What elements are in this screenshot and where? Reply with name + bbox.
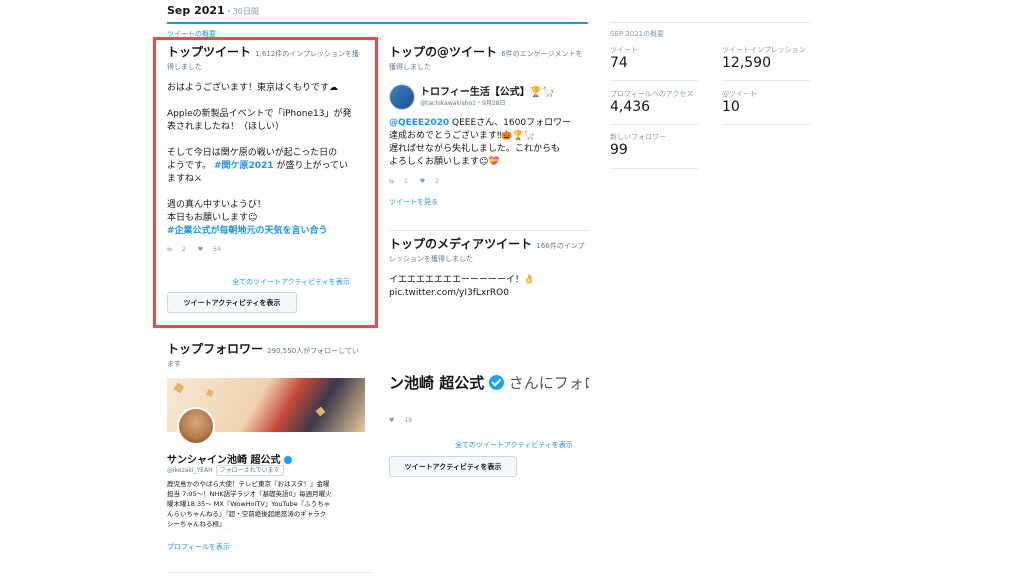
trophy-avatar[interactable] [389,84,415,110]
follower-avatar[interactable] [177,407,215,445]
view-tweet-activity-button[interactable]: ツイートアクティビティを表示 [167,292,297,313]
stat-tweets: ツイート 74 [610,46,638,71]
follower-count-2: ます [167,360,181,368]
mention-user-name[interactable]: トロフィー生活【公式】🏆🦙 [420,83,555,98]
follower-handle[interactable]: @ikezaki_YEAH [167,467,213,474]
view-tweet-activity-button-2[interactable]: ツイートアクティビティを表示 [389,456,517,477]
view-tweet-link[interactable]: ツイートを見る [389,197,438,207]
retweet-icon: ⇆ [167,246,173,253]
summary-divider-top [610,22,810,23]
top-media-title: トップのメディアツイート 166件のインプ [389,237,585,251]
top-follower-title: トップフォロワー 290,550人がフォローしてい [167,342,359,356]
top-mention-engagements: 6件のエンゲージメントを [501,50,583,58]
top-tweet-impressions-2: 得しました [167,63,202,71]
top-media-text: イエエエエエエエーーーーーイ！👌 [389,275,536,285]
top-mention-engagements-2: 獲得しました [389,63,431,71]
top-tweet-card: トップツイート 1,612件のインプレッションを獲 得しました おはようございま… [167,44,372,253]
stat-impressions: ツイートインプレッション 12,590 [722,46,806,71]
mention-handle-link[interactable]: @QEEE2020 [389,118,449,128]
top-media-card: トップのメディアツイート 166件のインプ レッションを獲得しました イエエエエ… [389,236,589,300]
media-link[interactable]: pic.twitter.com/yI3fLxrRO0 [389,287,589,300]
period-label: ・30日間 [224,7,259,16]
mention-user-handle[interactable]: @tachikawakisho1 [420,100,476,107]
top-mention-card: トップの@ツイート 6件のエンゲージメントを 獲得しました [389,44,589,72]
like-count: 54 [213,246,221,253]
follower-count: 290,550人がフォローしてい [267,347,359,355]
view-profile-link[interactable]: プロフィールを表示 [167,542,230,552]
top-media-impressions-2: レッションを獲得しました [389,255,473,263]
follows-you-badge: フォローされています [215,465,284,476]
follower-name[interactable]: サンシャイン池崎 超公式 [167,451,292,466]
heart-icon: ♥ [197,246,204,253]
top-mention-title: トップの@ツイート 6件のエンゲージメントを [389,45,583,59]
stat-mentions: @ツイート 10 [722,90,757,115]
mention-date: ・9月28日 [476,100,506,107]
top-tweet-stats: ⇆ 2 ♥ 54 [167,246,372,253]
verified-badge-icon [283,456,292,464]
hashtag-sekigahara[interactable]: #関ケ原2021 [214,161,274,171]
all-tweet-activity-link-2[interactable]: 全てのツイートアクティビティを表示 [455,440,573,450]
top-media-impressions: 166件のインプ [536,242,585,250]
mention-tweet-text: @QEEE2020 QEEEさん、1600フォロワー 達成おめでとうございます‼… [389,118,572,167]
retweet-count: 2 [182,246,186,253]
section-divider [389,230,589,231]
follower-bio: 鹿児島かのやばら大使！テレビ東京『おはスタ！』金曜 担当 7:05〜！NHK語学… [167,480,332,528]
top-tweet-text: おはようございます！東京はくもりです☁ Appleの新製品イベントで「iPhon… [167,82,372,238]
summary-title: SEP 2021の概要 [610,30,665,38]
heart-icon: ♥ [389,417,395,424]
stat-profile-visits: プロフィールへのアクセス 4,436 [610,90,694,115]
heart-icon: ♥ [419,178,426,185]
mention-user-meta: @tachikawakisho1・9月28日 [420,98,505,107]
follow-card-headline: ン池崎 超公式 さんにフォロ [389,374,589,392]
month-title: Sep 2021・30日間 [167,4,259,17]
top-tweet-impressions: 1,612件のインプレッションを獲 [255,50,360,58]
follower-handle-row: @ikezaki_YEAH フォローされています [167,465,284,476]
verified-badge-icon [489,375,505,390]
mention-stats: ⇆ 1 ♥ 2 [389,178,439,185]
hashtag-weather[interactable]: #企業公式が毎朝地元の天気を言い合う [167,225,372,238]
month-label: Sep 2021 [167,4,225,17]
top-follower-card: トップフォロワー 290,550人がフォローしてい ます [167,341,372,369]
follow-card-stats: ♥ 19 [389,417,413,424]
top-tweet-title: トップツイート 1,612件のインプレッションを獲 [167,45,360,59]
all-tweet-activity-link[interactable]: 全てのツイートアクティビティを表示 [232,277,350,287]
month-underline [167,22,588,24]
retweet-icon: ⇆ [389,178,395,185]
section-divider [167,572,372,573]
stat-new-followers: 新しいフォロワー 99 [610,133,666,158]
